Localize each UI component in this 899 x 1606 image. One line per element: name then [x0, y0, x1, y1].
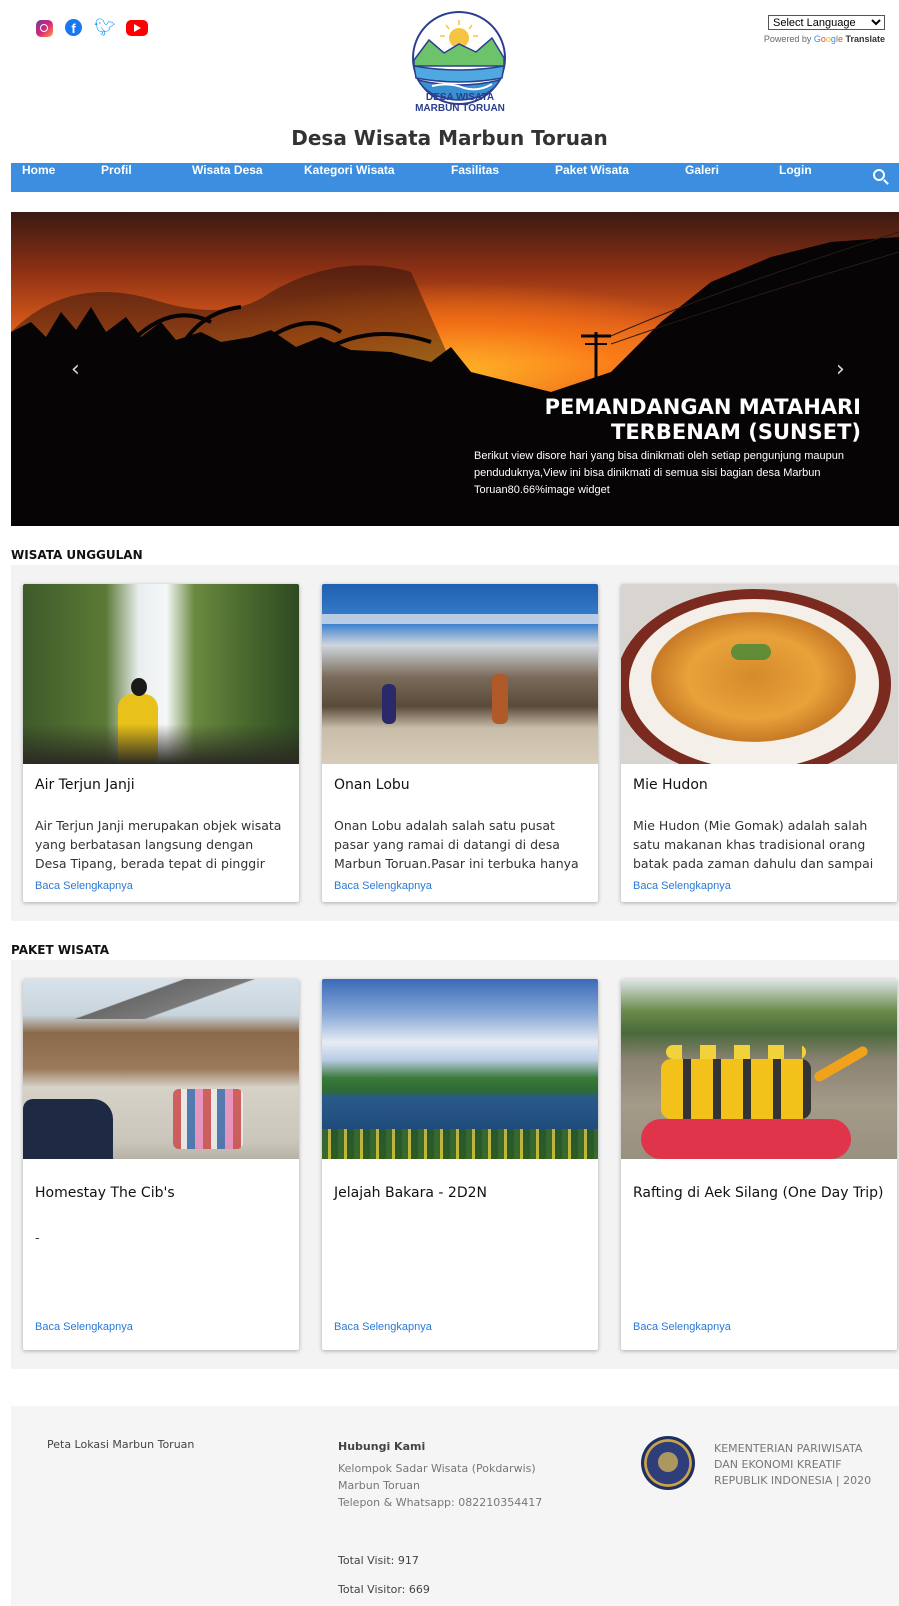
facebook-icon[interactable]: f [65, 19, 82, 36]
translate-link[interactable]: Translate [845, 34, 885, 44]
card-text: Air Terjun Janji merupakan objek wisata … [35, 818, 282, 871]
youtube-icon[interactable] [126, 20, 148, 36]
site-title: Desa Wisata Marbun Toruan [291, 126, 608, 150]
card-text [322, 1228, 598, 1285]
logo-text: DESA WISATA MARBUN TORUAN [415, 92, 505, 114]
card-title: Mie Hudon [633, 777, 708, 793]
slider-next-arrow[interactable]: › [836, 357, 845, 382]
card-title: Onan Lobu [334, 777, 410, 793]
hero-description: Berikut view disore hari yang bisa dinik… [474, 450, 844, 496]
kemenparekraf-emblem-icon [641, 1436, 695, 1490]
contact-line: Kelompok Sadar Wisata (Pokdarwis) [338, 1462, 536, 1475]
card-mie-hudon[interactable]: Mie Hudon Mie Hudon (Mie Gomak) adalah s… [621, 584, 897, 902]
hero-slider: ‹ › PEMANDANGAN MATAHARI TERBENAM (SUNSE… [11, 212, 899, 526]
map-title: Peta Lokasi Marbun Toruan [47, 1438, 195, 1451]
section-title-wisata-unggulan: WISATA UNGGULAN [11, 548, 143, 562]
nav-wisata-desa[interactable]: Wisata Desa [192, 163, 263, 177]
ministry-credit: KEMENTERIAN PARIWISATA DAN EKONOMI KREAT… [714, 1442, 872, 1487]
read-more-link[interactable]: Baca Selengkapnya [35, 1321, 133, 1333]
language-select[interactable]: Select Language [768, 15, 885, 30]
read-more-link[interactable]: Baca Selengkapnya [334, 880, 432, 892]
read-more-link[interactable]: Baca Selengkapnya [633, 1321, 731, 1333]
read-more-link[interactable]: Baca Selengkapnya [633, 880, 731, 892]
google-translate-widget: Select Language Powered by Google Transl… [764, 13, 885, 44]
nav-kategori-wisata[interactable]: Kategori Wisata [304, 163, 395, 177]
nav-paket-wisata[interactable]: Paket Wisata [555, 163, 629, 177]
card-title: Homestay The Cib's [35, 1185, 175, 1201]
social-links: f 🐦︎ [36, 19, 148, 37]
card-onan-lobu[interactable]: Onan Lobu Onan Lobu adalah salah satu pu… [322, 584, 598, 902]
card-jelajah-bakara[interactable]: Jelajah Bakara - 2D2N Baca Selengkapnya [322, 979, 598, 1350]
section-title-paket-wisata: PAKET WISATA [11, 943, 110, 957]
lake-image [322, 979, 598, 1159]
contact-line: Marbun Toruan [338, 1479, 420, 1492]
card-homestay[interactable]: Homestay The Cib's - Baca Selengkapnya [23, 979, 299, 1350]
main-nav: Home Profil Wisata Desa Kategori Wisata … [11, 163, 899, 192]
card-text [621, 1228, 897, 1285]
contact-title: Hubungi Kami [338, 1440, 426, 1453]
total-visit: Total Visit: 917 [338, 1554, 419, 1567]
card-text: Mie Hudon (Mie Gomak) adalah salah satu … [633, 818, 874, 871]
market-image [322, 584, 598, 764]
hero-title: PEMANDANGAN MATAHARI TERBENAM (SUNSET) [544, 395, 861, 444]
read-more-link[interactable]: Baca Selengkapnya [334, 1321, 432, 1333]
nav-home[interactable]: Home [22, 163, 55, 177]
card-text: - [35, 1230, 40, 1245]
noodle-image [621, 584, 897, 764]
contact-info: Hubungi Kami Kelompok Sadar Wisata (Pokd… [338, 1438, 542, 1511]
nav-login[interactable]: Login [779, 163, 812, 177]
card-title: Jelajah Bakara - 2D2N [334, 1185, 487, 1201]
total-visitor: Total Visitor: 669 [338, 1583, 430, 1596]
site-footer: Peta Lokasi Marbun Toruan Hubungi Kami K… [11, 1406, 899, 1606]
card-air-terjun-janji[interactable]: Air Terjun Janji Air Terjun Janji merupa… [23, 584, 299, 902]
twitter-icon[interactable]: 🐦︎ [94, 19, 116, 37]
powered-by-google: Powered by Google Translate [763, 34, 885, 44]
read-more-link[interactable]: Baca Selengkapnya [35, 880, 133, 892]
card-title: Air Terjun Janji [35, 777, 135, 793]
search-icon[interactable] [873, 169, 885, 181]
waterfall-image [23, 584, 299, 764]
instagram-icon[interactable] [36, 20, 53, 37]
contact-phone: Telepon & Whatsapp: 082210354417 [338, 1496, 543, 1509]
nav-galeri[interactable]: Galeri [685, 163, 719, 177]
slider-prev-arrow[interactable]: ‹ [71, 357, 80, 382]
card-rafting[interactable]: Rafting di Aek Silang (One Day Trip) Bac… [621, 979, 897, 1350]
card-title: Rafting di Aek Silang (One Day Trip) [633, 1185, 884, 1201]
homestay-image [23, 979, 299, 1159]
nav-profil[interactable]: Profil [101, 163, 132, 177]
rafting-image [621, 979, 897, 1159]
nav-fasilitas[interactable]: Fasilitas [451, 163, 499, 177]
card-text: Onan Lobu adalah salah satu pusat pasar … [334, 818, 579, 871]
